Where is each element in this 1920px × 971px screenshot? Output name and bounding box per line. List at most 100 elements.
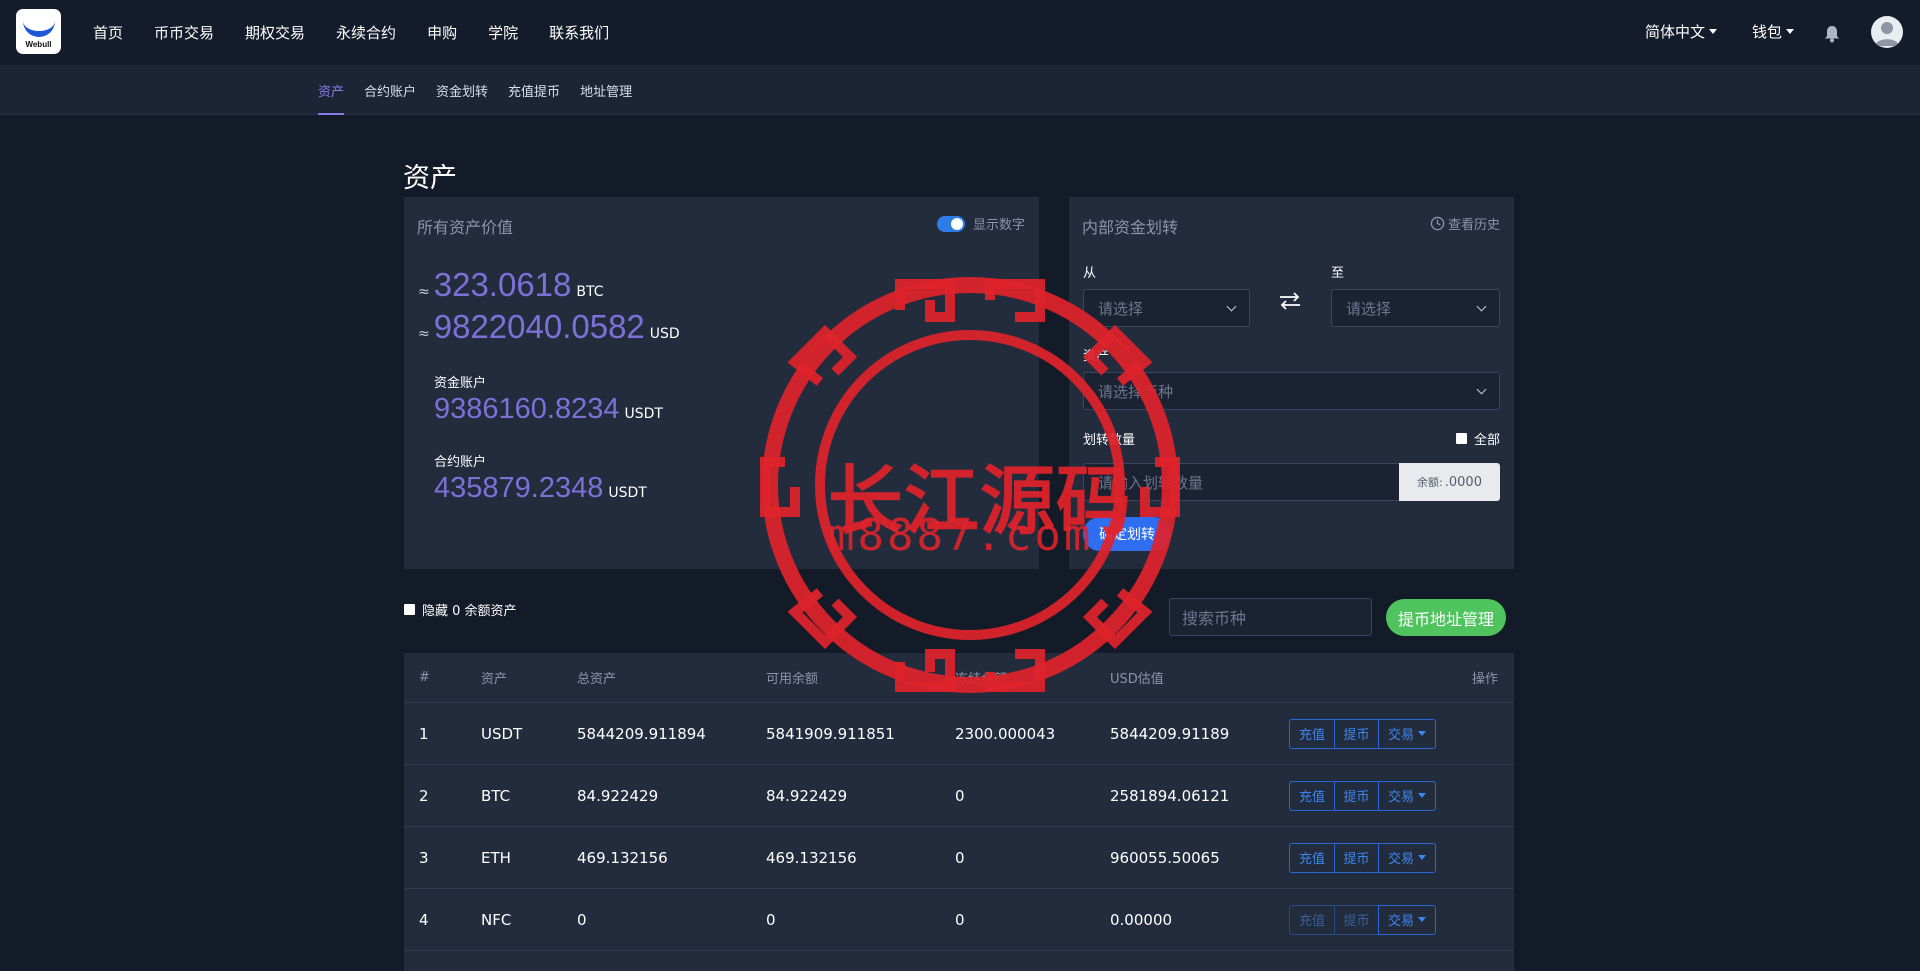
trade-dropdown-button[interactable]: 交易	[1378, 718, 1436, 749]
sub-nav: 资产 合约账户 资金划转 充值提币 地址管理	[318, 65, 652, 115]
deposit-button[interactable]: 充值	[1289, 904, 1335, 935]
internal-transfer-card: 内部资金划转 查看历史 从 至 请选择 请选择 资产 请选择币种 划转数量 全部…	[1069, 197, 1514, 569]
caret-down-icon	[1786, 29, 1794, 34]
select-all-checkbox[interactable]: 全部	[1455, 429, 1500, 448]
funding-account-label: 资金账户	[434, 376, 487, 391]
total-btc-line: ≈ 323.0618 BTC	[418, 266, 604, 304]
nav-item-home[interactable]: 首页	[93, 22, 123, 43]
language-dropdown[interactable]: 简体中文	[1645, 21, 1717, 42]
table-row: 4 NFC 0 0 0 0.00000 充值 提币 交易	[404, 889, 1514, 951]
withdraw-button[interactable]: 提币	[1334, 718, 1379, 749]
nav-item-ipo[interactable]: 申购	[427, 22, 457, 43]
row-actions: 充值 提币 交易	[1289, 842, 1436, 873]
from-account-select[interactable]: 请选择	[1083, 289, 1250, 327]
wallet-dropdown[interactable]: 钱包	[1752, 21, 1794, 42]
cell-asset: ETH	[481, 848, 511, 867]
nav-item-options[interactable]: 期权交易	[245, 22, 305, 43]
cell-index: 4	[419, 910, 429, 929]
trade-label: 交易	[1387, 790, 1414, 805]
cell-asset: NFC	[481, 910, 512, 929]
table-row: 3 ETH 469.132156 469.132156 0 960055.500…	[404, 827, 1514, 889]
clock-icon	[1430, 216, 1445, 231]
balance-value: .0000	[1444, 474, 1482, 490]
asset-select-placeholder: 请选择币种	[1098, 382, 1174, 401]
contract-account-value: 435879.2348	[434, 472, 604, 504]
cell-frozen: 2300.000043	[955, 724, 1056, 743]
contract-account-block: 合约账户 435879.2348 USDT	[434, 451, 647, 505]
header-total: 总资产	[577, 672, 617, 687]
funding-account-value: 9386160.8234	[434, 393, 620, 425]
asset-label: 资产	[1083, 349, 1110, 364]
select-all-label: 全部	[1473, 433, 1500, 448]
deposit-button[interactable]: 充值	[1289, 780, 1335, 811]
funding-account-block: 资金账户 9386160.8234 USDT	[434, 372, 663, 426]
view-history-link[interactable]: 查看历史	[1430, 214, 1500, 233]
cell-total: 84.922429	[577, 786, 659, 805]
cell-available: 84.922429	[766, 786, 848, 805]
subnav-deposit-withdraw[interactable]: 充值提币	[508, 65, 560, 115]
subnav-address-management[interactable]: 地址管理	[580, 65, 632, 115]
checkbox[interactable]	[1455, 433, 1467, 444]
user-avatar[interactable]	[1871, 16, 1903, 48]
toggle-switch[interactable]	[936, 215, 965, 232]
trade-dropdown-button[interactable]: 交易	[1378, 904, 1436, 935]
page-title: 资产	[403, 163, 457, 195]
user-avatar-icon	[1875, 22, 1899, 46]
withdraw-button[interactable]: 提币	[1334, 842, 1379, 873]
to-account-select[interactable]: 请选择	[1331, 289, 1500, 327]
trade-dropdown-button[interactable]: 交易	[1378, 842, 1436, 873]
header-actions: 操作	[1471, 672, 1498, 687]
nav-item-contact[interactable]: 联系我们	[549, 22, 609, 43]
subnav-fund-transfer[interactable]: 资金划转	[436, 65, 488, 115]
row-actions: 充值 提币 交易	[1289, 780, 1436, 811]
nav-item-perpetual[interactable]: 永续合约	[336, 22, 396, 43]
language-label: 简体中文	[1644, 23, 1705, 41]
cell-total: 0	[577, 910, 587, 929]
brand-logo[interactable]: Webull	[16, 9, 61, 54]
cell-usd: 0.00000	[1110, 910, 1173, 929]
cell-total: 469.132156	[577, 848, 668, 867]
cell-index: 3	[419, 848, 429, 867]
caret-down-icon	[1418, 855, 1426, 860]
caret-down-icon	[1418, 793, 1426, 798]
row-actions: 充值 提币 交易	[1289, 718, 1436, 749]
balance-addon: 余额: .0000	[1399, 463, 1500, 501]
search-coin-input[interactable]: 搜索币种	[1169, 598, 1372, 636]
cell-index: 2	[419, 786, 429, 805]
row-actions: 充值 提币 交易	[1289, 904, 1436, 935]
asset-select[interactable]: 请选择币种	[1083, 372, 1500, 410]
funding-account-unit: USDT	[624, 406, 663, 422]
header-available: 可用余额	[766, 672, 819, 687]
bell-icon[interactable]	[1824, 25, 1840, 43]
contract-account-unit: USDT	[608, 485, 647, 501]
header-index: #	[419, 670, 430, 685]
cell-total: 5844209.911894	[577, 724, 706, 743]
total-usd-line: ≈ 9822040.0582 USD	[418, 308, 680, 346]
from-label: 从	[1083, 266, 1097, 281]
deposit-button[interactable]: 充值	[1289, 718, 1335, 749]
withdraw-button[interactable]: 提币	[1334, 780, 1379, 811]
from-select-placeholder: 请选择	[1098, 299, 1144, 318]
withdraw-address-management-button[interactable]: 提币地址管理	[1386, 599, 1506, 636]
nav-item-academy[interactable]: 学院	[488, 22, 518, 43]
table-row: 1 USDT 5844209.911894 5841909.911851 230…	[404, 703, 1514, 765]
caret-down-icon	[1418, 731, 1426, 736]
main-nav: 首页 币币交易 期权交易 永续合约 申购 学院 联系我们	[93, 0, 640, 65]
subnav-contract-account[interactable]: 合约账户	[364, 65, 416, 115]
caret-down-icon	[1709, 29, 1717, 34]
subnav-assets[interactable]: 资产	[318, 65, 345, 115]
swap-arrows-icon[interactable]	[1276, 289, 1304, 313]
header-frozen: 冻结余额	[955, 672, 1008, 687]
trade-dropdown-button[interactable]: 交易	[1378, 780, 1436, 811]
assets-table: # 资产 总资产 可用余额 冻结余额 USD估值 操作 1 USDT 58442…	[404, 653, 1514, 971]
show-numbers-toggle[interactable]: 显示数字	[936, 214, 1025, 233]
sub-navbar: 资产 合约账户 资金划转 充值提币 地址管理	[0, 65, 1920, 115]
deposit-button[interactable]: 充值	[1289, 842, 1335, 873]
cell-asset: USDT	[481, 724, 523, 743]
assets-card-heading: 所有资产价值	[417, 218, 514, 237]
checkbox[interactable]	[404, 604, 415, 615]
cell-usd: 960055.50065	[1110, 848, 1220, 867]
withdraw-button[interactable]: 提币	[1334, 904, 1379, 935]
hide-zero-balance-checkbox[interactable]: 隐藏 0 余额资产	[404, 600, 517, 619]
nav-item-spot[interactable]: 币币交易	[154, 22, 214, 43]
